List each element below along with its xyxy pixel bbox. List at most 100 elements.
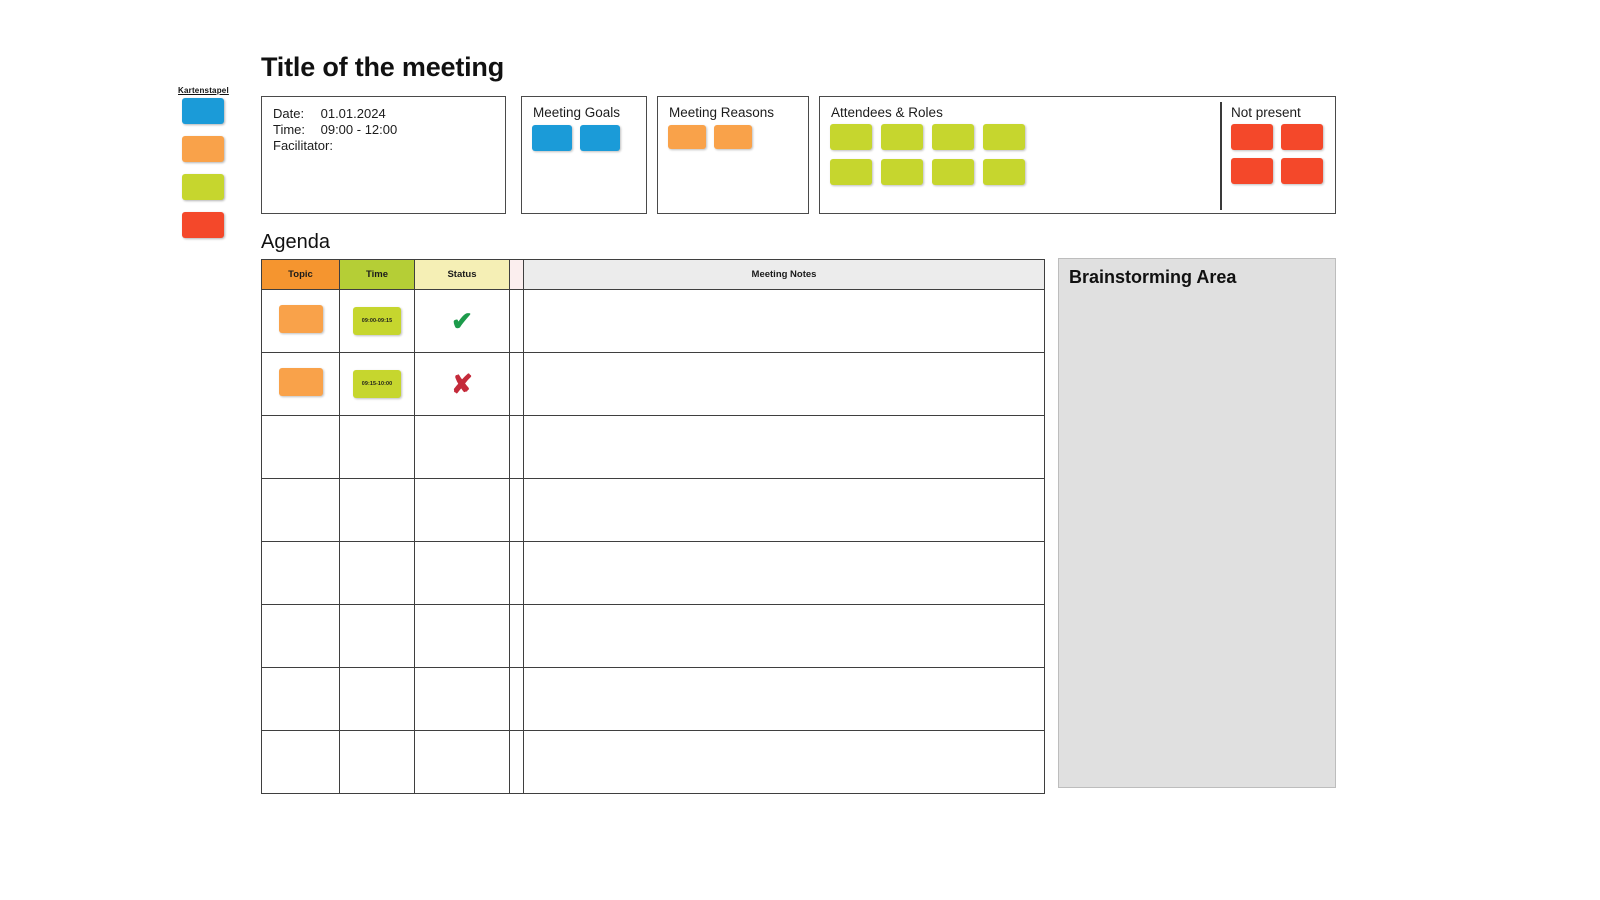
agenda-topic-cell[interactable] xyxy=(261,289,340,353)
attendee-card-2[interactable] xyxy=(881,124,923,150)
meeting-info-row: Time: 09:00 - 12:00 xyxy=(273,122,397,138)
attendee-card-8[interactable] xyxy=(983,159,1025,185)
reason-card-2[interactable] xyxy=(714,125,752,149)
card-stack-cards xyxy=(182,98,226,238)
agenda-status-cell[interactable] xyxy=(414,604,510,668)
agenda-topic-cell[interactable] xyxy=(261,415,340,479)
agenda-notes-cell[interactable] xyxy=(523,541,1045,605)
brainstorming-title: Brainstorming Area xyxy=(1069,267,1237,287)
agenda-status-cell[interactable] xyxy=(414,730,510,794)
table-row xyxy=(261,730,1045,794)
blue-card[interactable] xyxy=(182,98,224,124)
topic-card[interactable] xyxy=(278,304,323,333)
time-card[interactable]: 09:00-09:15 xyxy=(353,307,401,335)
agenda-spacer-cell xyxy=(509,289,524,353)
page-title: Title of the meeting xyxy=(261,52,505,82)
meeting-goals-cards xyxy=(532,125,620,151)
meeting-reasons-panel: Meeting Reasons xyxy=(657,96,809,214)
agenda-topic-cell[interactable] xyxy=(261,730,340,794)
agenda-topic-cell[interactable] xyxy=(261,352,340,416)
meeting-info-value: 09:00 - 12:00 xyxy=(317,121,398,137)
table-row: 09:15-10:00 ✘ xyxy=(261,352,1045,416)
table-row xyxy=(261,478,1045,542)
meeting-info-row: Facilitator: xyxy=(273,138,397,154)
agenda-spacer-cell xyxy=(509,730,524,794)
not-present-divider xyxy=(1220,102,1222,210)
not-present-section: Not present xyxy=(1220,97,1337,213)
meeting-goals-panel: Meeting Goals xyxy=(521,96,647,214)
agenda-status-cell[interactable] xyxy=(414,667,510,731)
agenda-notes-cell[interactable] xyxy=(523,730,1045,794)
agenda-notes-cell[interactable] xyxy=(523,604,1045,668)
agenda-time-cell[interactable] xyxy=(339,541,415,605)
meeting-info-value: 01.01.2024 xyxy=(317,106,386,121)
meeting-goals-label: Meeting Goals xyxy=(533,105,621,120)
agenda-time-cell[interactable] xyxy=(339,667,415,731)
agenda-topic-cell[interactable] xyxy=(261,604,340,668)
cross-icon[interactable]: ✘ xyxy=(451,369,473,399)
agenda-spacer-cell xyxy=(509,667,524,731)
meeting-info-key: Time: xyxy=(273,121,306,137)
agenda-time-cell[interactable] xyxy=(339,604,415,668)
meeting-reasons-label: Meeting Reasons xyxy=(669,105,775,120)
agenda-topic-cell[interactable] xyxy=(261,478,340,542)
agenda-status-cell[interactable]: ✔ xyxy=(414,289,510,353)
attendees-panel: Attendees & Roles Not present xyxy=(819,96,1336,214)
agenda-time-cell[interactable] xyxy=(339,478,415,542)
absent-card-3[interactable] xyxy=(1231,158,1273,184)
agenda-col-spacer xyxy=(509,259,524,290)
attendee-card-7[interactable] xyxy=(932,159,974,185)
attendee-card-4[interactable] xyxy=(983,124,1025,150)
agenda-header-row: Topic Time Status Meeting Notes xyxy=(261,259,1045,290)
agenda-col-status: Status xyxy=(414,259,510,290)
agenda-spacer-cell xyxy=(509,604,524,668)
agenda-status-cell[interactable] xyxy=(414,541,510,605)
agenda-notes-cell[interactable] xyxy=(523,478,1045,542)
agenda-topic-cell[interactable] xyxy=(261,541,340,605)
table-row xyxy=(261,415,1045,479)
green-card[interactable] xyxy=(182,174,224,200)
agenda-status-cell[interactable]: ✘ xyxy=(414,352,510,416)
not-present-label: Not present xyxy=(1231,105,1301,120)
reason-card-1[interactable] xyxy=(668,125,706,149)
agenda-col-notes: Meeting Notes xyxy=(523,259,1045,290)
brainstorming-area[interactable]: Brainstorming Area xyxy=(1058,258,1336,788)
agenda-notes-cell[interactable] xyxy=(523,352,1045,416)
absent-card-1[interactable] xyxy=(1231,124,1273,150)
check-icon[interactable]: ✔ xyxy=(451,306,473,336)
goal-card-2[interactable] xyxy=(580,125,620,151)
attendee-card-6[interactable] xyxy=(881,159,923,185)
whiteboard-canvas: Kartenstapel Title of the meeting Date: … xyxy=(0,0,1600,900)
attendee-card-1[interactable] xyxy=(830,124,872,150)
agenda-time-cell[interactable]: 09:15-10:00 xyxy=(339,352,415,416)
orange-card[interactable] xyxy=(182,136,224,162)
red-card[interactable] xyxy=(182,212,224,238)
meeting-info-panel: Date: 01.01.2024 Time: 09:00 - 12:00 Facil… xyxy=(261,96,506,214)
agenda-heading: Agenda xyxy=(261,231,330,253)
agenda-time-cell[interactable]: 09:00-09:15 xyxy=(339,289,415,353)
attendee-card-3[interactable] xyxy=(932,124,974,150)
agenda-notes-cell[interactable] xyxy=(523,289,1045,353)
attendee-card-5[interactable] xyxy=(830,159,872,185)
table-row xyxy=(261,541,1045,605)
agenda-time-cell[interactable] xyxy=(339,730,415,794)
meeting-info-key: Facilitator: xyxy=(273,137,333,153)
agenda-status-cell[interactable] xyxy=(414,415,510,479)
absent-card-4[interactable] xyxy=(1281,158,1323,184)
card-stack-label: Kartenstapel xyxy=(178,86,229,95)
table-row: 09:00-09:15 ✔ xyxy=(261,289,1045,353)
time-card[interactable]: 09:15-10:00 xyxy=(353,370,401,398)
meeting-info-row: Date: 01.01.2024 xyxy=(273,106,397,122)
agenda-spacer-cell xyxy=(509,478,524,542)
goal-card-1[interactable] xyxy=(532,125,572,151)
agenda-spacer-cell xyxy=(509,352,524,416)
agenda-notes-cell[interactable] xyxy=(523,415,1045,479)
meeting-info-key: Date: xyxy=(273,106,305,121)
agenda-notes-cell[interactable] xyxy=(523,667,1045,731)
agenda-time-cell[interactable] xyxy=(339,415,415,479)
agenda-topic-cell[interactable] xyxy=(261,667,340,731)
agenda-status-cell[interactable] xyxy=(414,478,510,542)
absent-card-2[interactable] xyxy=(1281,124,1323,150)
topic-card[interactable] xyxy=(278,367,323,396)
meeting-reasons-cards xyxy=(668,125,752,149)
